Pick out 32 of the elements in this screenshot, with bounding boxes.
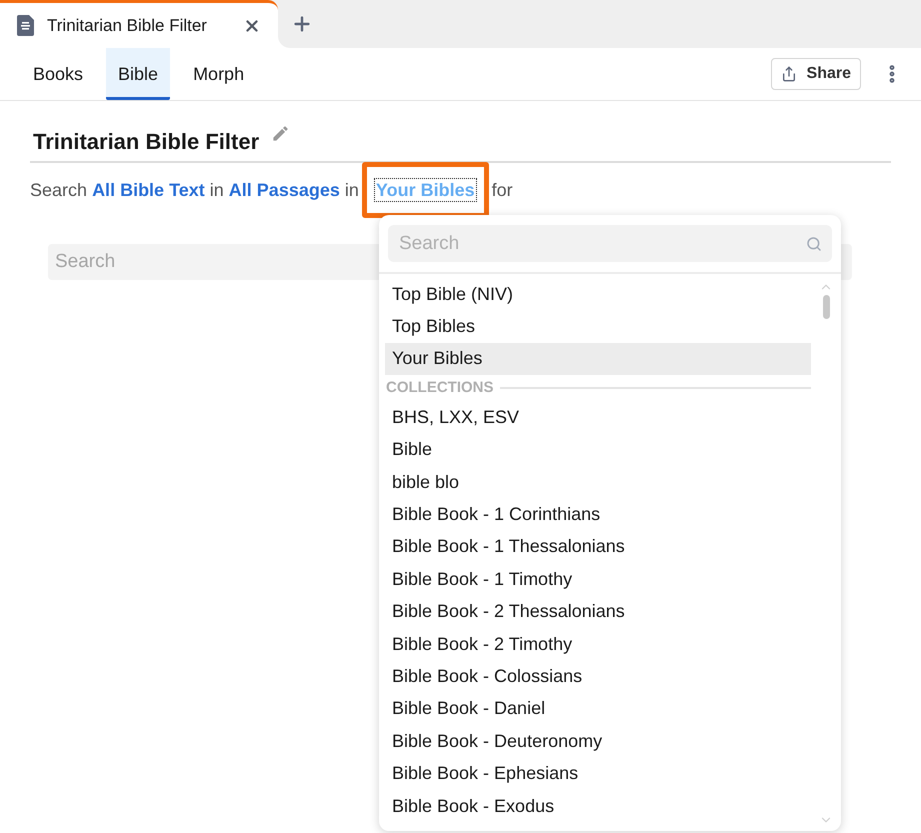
dropdown-option[interactable]: Bible Book - 1 Thessalonians <box>385 530 811 564</box>
dropdown-search-field[interactable]: Search <box>388 225 832 262</box>
dropdown-option[interactable]: Top Bible (NIV) <box>385 278 811 310</box>
view-tab[interactable]: Morph <box>181 48 256 100</box>
view-tab[interactable]: Books <box>21 48 96 100</box>
document-icon <box>17 15 34 36</box>
dropdown-option[interactable]: BHS, LXX, ESV <box>385 401 811 434</box>
view-tab[interactable]: Bible <box>106 48 170 100</box>
filter-link[interactable]: All Passages <box>228 180 340 200</box>
dropdown-option[interactable]: bible blo <box>385 466 811 498</box>
section-header: COLLECTIONS <box>386 378 494 398</box>
pencil-icon[interactable] <box>271 124 290 143</box>
dropdown-option[interactable]: Bible Book - Colossians <box>385 660 811 693</box>
dropdown-option[interactable]: Bible Book - 2 Timothy <box>385 628 811 660</box>
dropdown-option[interactable]: Bible Book - Ephesians <box>385 757 811 790</box>
document-tab[interactable]: Trinitarian Bible Filter <box>0 0 278 48</box>
filter-title: Trinitarian Bible Filter <box>33 128 260 156</box>
dropdown-option[interactable]: Bible Book - 1 Corinthians <box>385 498 811 531</box>
dropdown-option[interactable]: Your Bibles <box>385 342 811 376</box>
dropdown-option[interactable]: Bible <box>385 434 811 466</box>
dropdown-option[interactable]: Bible Book - Daniel <box>385 692 811 726</box>
search-icon <box>806 236 822 252</box>
filter-link[interactable]: All Bible Text <box>92 180 205 200</box>
dropdown-option[interactable]: Bible Book - 1 Timothy <box>385 563 811 596</box>
dropdown-option[interactable]: Bible Book - Deuteronomy <box>385 725 811 758</box>
dropdown-option[interactable]: Top Bibles <box>385 310 811 343</box>
share-button[interactable]: Share <box>770 58 861 90</box>
scrollbar-thumb[interactable] <box>822 295 830 319</box>
dropdown-option[interactable]: Bible Book - Exodus <box>385 790 811 822</box>
dropdown-option[interactable]: Bible Book - 2 Thessalonians <box>385 596 811 628</box>
tab-title: Trinitarian Bible Filter <box>47 14 208 37</box>
share-icon <box>780 66 797 82</box>
